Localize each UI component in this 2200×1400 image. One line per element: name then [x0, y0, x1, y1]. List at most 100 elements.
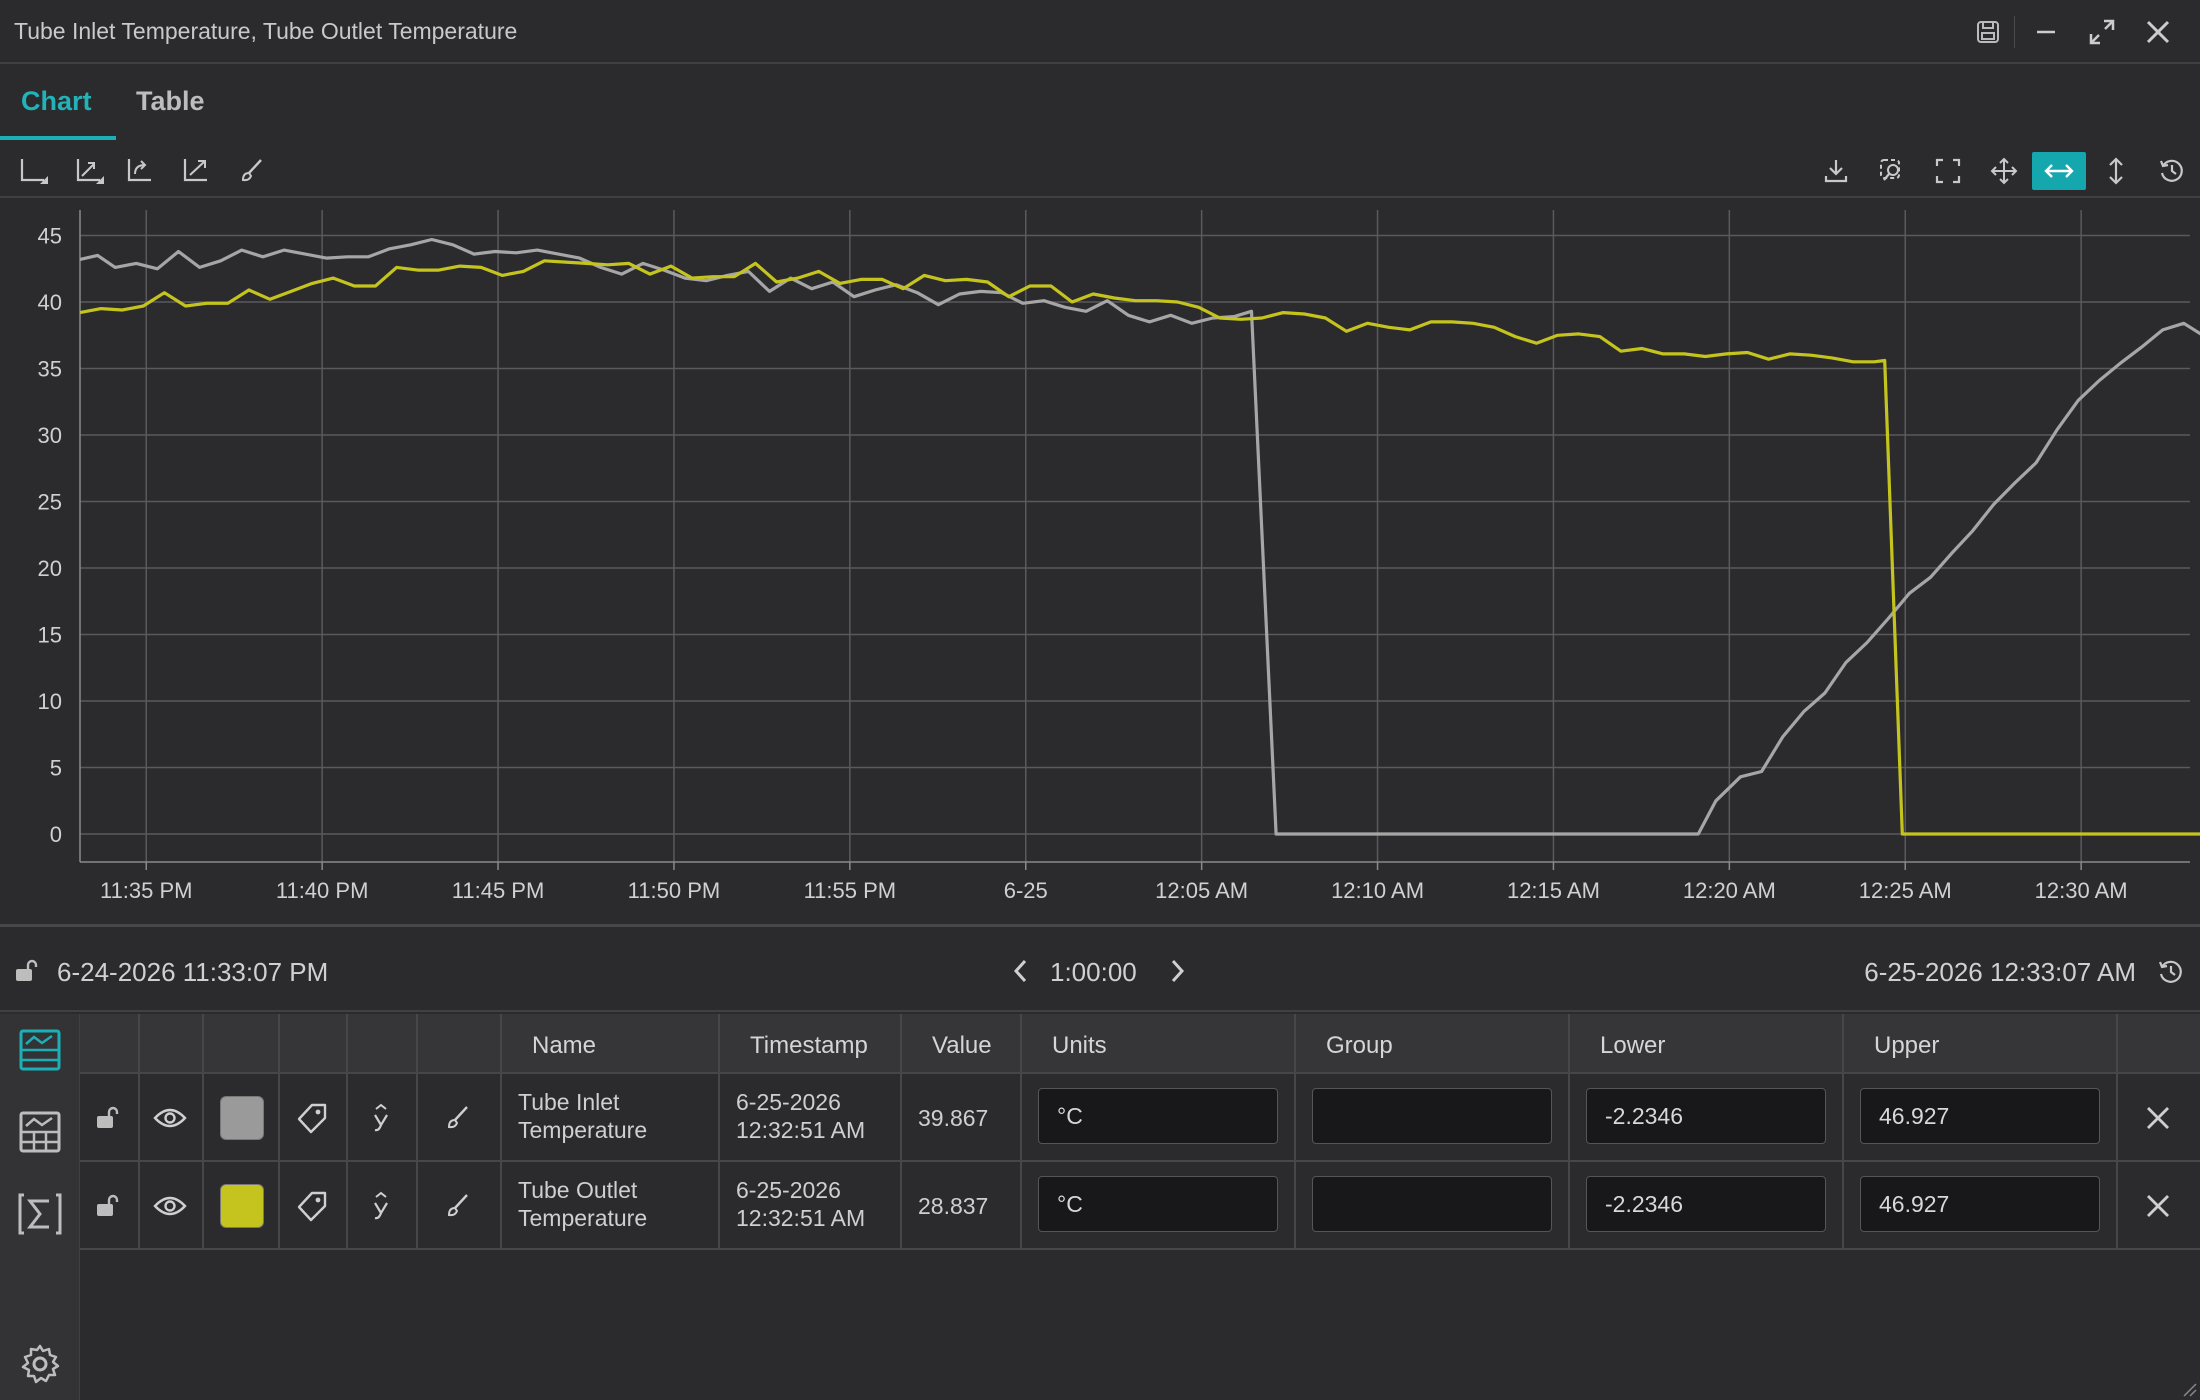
tab-table[interactable]: Table	[136, 86, 205, 117]
lower-field[interactable]: -2.2346	[1586, 1088, 1826, 1144]
timestamp-date: 6-25-2026	[736, 1089, 841, 1115]
series-value: 28.837	[918, 1193, 989, 1219]
download-icon[interactable]	[1814, 152, 1858, 190]
header-group[interactable]: Group	[1326, 1032, 1393, 1060]
vertical-zoom-icon[interactable]	[2094, 152, 2138, 190]
lower-field[interactable]: -2.2346	[1586, 1176, 1826, 1232]
timestamp-time: 12:32:51 AM	[736, 1205, 866, 1231]
chevron-right-icon[interactable]	[1164, 957, 1190, 990]
header-value[interactable]: Value	[932, 1032, 992, 1060]
series-name: Tube Outlet Temperature	[518, 1177, 648, 1231]
y-tick-label: 0	[50, 822, 62, 847]
axis-icon[interactable]	[12, 152, 56, 190]
col-divider	[500, 1014, 502, 1072]
y-tick-label: 40	[38, 290, 62, 315]
range-start-time[interactable]: 6-24-2026 11:33:07 PM	[57, 957, 328, 988]
brush-icon[interactable]	[438, 1186, 478, 1226]
x-tick-label: 11:55 PM	[804, 878, 897, 903]
settings-icon[interactable]	[14, 1338, 66, 1390]
header-lower[interactable]: Lower	[1600, 1032, 1665, 1060]
axis-scale-icon[interactable]	[68, 152, 112, 190]
y-axis-icon[interactable]	[362, 1186, 402, 1226]
y-tick-label: 10	[38, 689, 62, 714]
series-color-swatch[interactable]	[220, 1096, 264, 1140]
brush-icon[interactable]	[230, 152, 274, 190]
axis-reset-icon[interactable]	[118, 152, 162, 190]
unlock-icon[interactable]	[88, 1098, 128, 1138]
resize-grip-icon[interactable]	[2180, 1380, 2198, 1398]
close-icon[interactable]	[2138, 1098, 2178, 1138]
range-duration[interactable]: 1:00:00	[1050, 957, 1137, 988]
upper-field[interactable]: 46.927	[1860, 1176, 2100, 1232]
col-divider	[1842, 1162, 1844, 1248]
trend-chart[interactable]: 0 5 10 15 20 25 30 35 40 45 11:35 PM 11:40 PM 11:45 …	[0, 200, 2200, 922]
range-end-time[interactable]: 6-25-2026 12:33:07 AM	[1864, 957, 2136, 988]
x-tick-label: 11:50 PM	[628, 878, 721, 903]
history-icon[interactable]	[2156, 957, 2186, 992]
trend-icon[interactable]	[174, 152, 218, 190]
brush-icon[interactable]	[438, 1098, 478, 1138]
col-divider	[1568, 1014, 1570, 1072]
title-separator	[2014, 16, 2015, 48]
col-divider	[718, 1014, 720, 1072]
col-divider	[416, 1162, 418, 1248]
eye-icon[interactable]	[150, 1186, 190, 1226]
col-divider	[416, 1074, 418, 1160]
trend-chart-svg[interactable]: 0 5 10 15 20 25 30 35 40 45 11:35 PM 11:40 PM 11:45 …	[0, 200, 2200, 922]
col-divider	[138, 1014, 140, 1072]
title-bar: Tube Inlet Temperature, Tube Outlet Temp…	[0, 0, 2200, 64]
close-icon[interactable]	[2138, 12, 2178, 52]
tag-icon[interactable]	[292, 1098, 332, 1138]
col-divider	[900, 1014, 902, 1072]
col-divider	[202, 1074, 204, 1160]
minimize-icon[interactable]	[2026, 12, 2066, 52]
col-divider	[1568, 1162, 1570, 1248]
col-divider	[1020, 1074, 1022, 1160]
header-units[interactable]: Units	[1052, 1032, 1107, 1060]
col-divider	[202, 1162, 204, 1248]
maximize-icon[interactable]	[2082, 12, 2122, 52]
sigma-icon[interactable]	[14, 1188, 66, 1240]
close-icon[interactable]	[2138, 1186, 2178, 1226]
eye-icon[interactable]	[150, 1098, 190, 1138]
col-divider	[346, 1162, 348, 1248]
col-divider	[416, 1014, 418, 1072]
tag-icon[interactable]	[292, 1186, 332, 1226]
col-divider	[1842, 1014, 1844, 1072]
table-row[interactable]: Tube Inlet Temperature 6-25-2026 12:32:5…	[80, 1074, 2200, 1162]
details-icon[interactable]	[14, 1024, 66, 1076]
header-timestamp[interactable]: Timestamp	[750, 1032, 868, 1060]
fullscreen-icon[interactable]	[1926, 152, 1970, 190]
table-row[interactable]: Tube Outlet Temperature 6-25-2026 12:32:…	[80, 1162, 2200, 1250]
y-axis-icon[interactable]	[362, 1098, 402, 1138]
col-divider	[718, 1162, 720, 1248]
y-tick-label: 25	[38, 490, 62, 515]
chart-grid	[80, 210, 2190, 862]
series-line-tube-outlet	[79, 259, 2200, 836]
unlock-icon[interactable]	[14, 959, 40, 988]
group-field[interactable]	[1312, 1176, 1552, 1232]
series-color-swatch[interactable]	[220, 1184, 264, 1228]
col-divider	[1020, 1162, 1022, 1248]
tab-chart[interactable]: Chart	[21, 86, 92, 117]
group-field[interactable]	[1312, 1088, 1552, 1144]
pan-icon[interactable]	[1982, 152, 2026, 190]
upper-field[interactable]: 46.927	[1860, 1088, 2100, 1144]
chart-axes: 0 5 10 15 20 25 30 35 40 45 11:35 PM 11:40 PM 11:45 …	[38, 210, 2190, 903]
horizontal-zoom-icon[interactable]	[2032, 152, 2086, 190]
history-icon[interactable]	[2150, 152, 2194, 190]
table-header: Name Timestamp Value Units Group Lower U…	[80, 1014, 2200, 1074]
zoom-icon[interactable]	[1870, 152, 1914, 190]
col-divider	[718, 1074, 720, 1160]
capsule-icon[interactable]	[14, 1106, 66, 1158]
units-field[interactable]: °C	[1038, 1176, 1278, 1232]
header-name[interactable]: Name	[532, 1032, 596, 1060]
col-divider	[1294, 1014, 1296, 1072]
unlock-icon[interactable]	[88, 1186, 128, 1226]
details-sidebar	[0, 1014, 80, 1400]
chart-series	[79, 237, 2200, 836]
units-field[interactable]: °C	[1038, 1088, 1278, 1144]
header-upper[interactable]: Upper	[1874, 1032, 1939, 1060]
chevron-left-icon[interactable]	[1008, 957, 1034, 990]
save-icon[interactable]	[1968, 12, 2008, 52]
